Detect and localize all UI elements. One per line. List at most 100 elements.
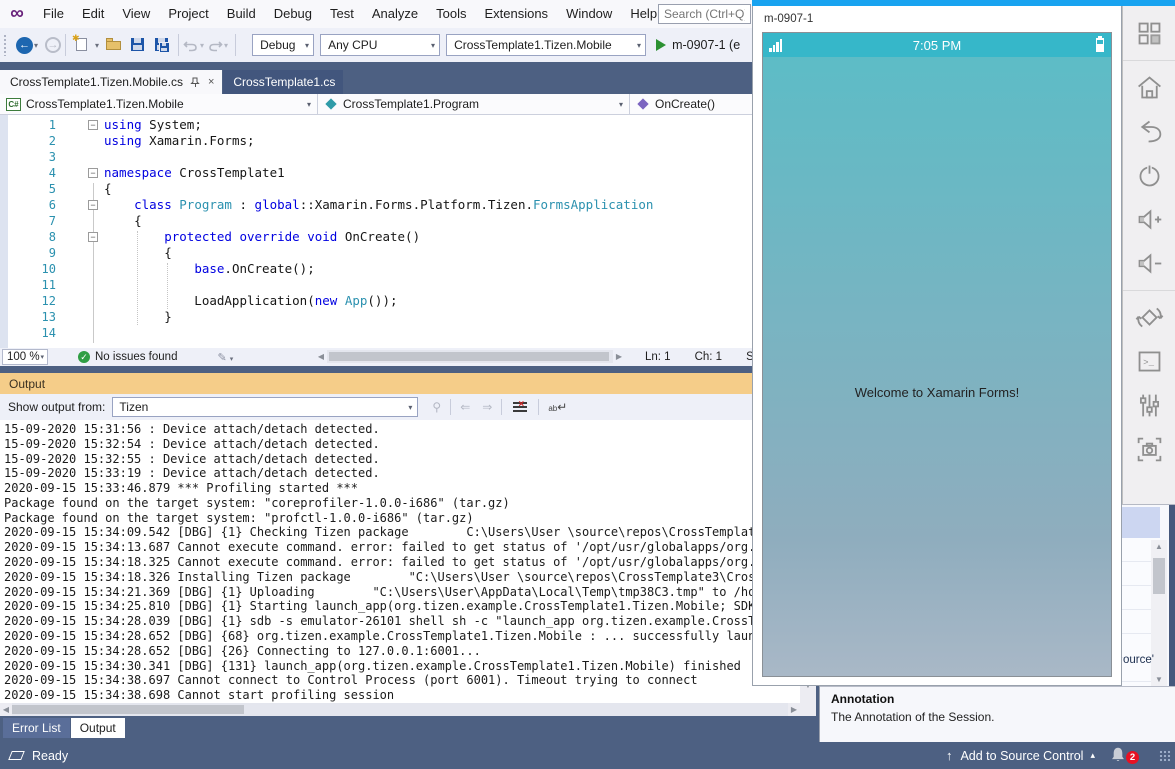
menu-project[interactable]: Project bbox=[159, 0, 217, 28]
find-message-icon[interactable]: ⚲ bbox=[432, 400, 441, 414]
log-line: 2020-09-15 15:34:30.341 [DBG] {131} laun… bbox=[4, 659, 800, 674]
menu-window[interactable]: Window bbox=[557, 0, 621, 28]
undo-icon[interactable] bbox=[183, 37, 199, 53]
project-dropdown[interactable]: C# CrossTemplate1.Tizen.Mobile▾ bbox=[0, 94, 318, 114]
navigate-back-icon[interactable]: ← bbox=[16, 37, 33, 54]
notifications-button[interactable]: 2 bbox=[1109, 746, 1131, 766]
volume-up-icon[interactable] bbox=[1132, 202, 1166, 236]
background-task-icon bbox=[8, 751, 25, 760]
screenshot-icon[interactable] bbox=[1132, 432, 1166, 466]
scroll-right-icon[interactable]: ▶ bbox=[613, 352, 625, 361]
tab-crosstemplate1-tizen-mobile-cs[interactable]: CrossTemplate1.Tizen.Mobile.cs × bbox=[0, 70, 222, 94]
open-file-icon[interactable] bbox=[105, 36, 123, 54]
navigate-back-dropdown-icon[interactable]: ▾ bbox=[34, 41, 38, 50]
property-description-label: The Annotation of the Session. bbox=[831, 710, 1175, 724]
menu-tools[interactable]: Tools bbox=[427, 0, 475, 28]
source-control-caret-icon[interactable]: ▴ bbox=[1090, 750, 1095, 761]
undo-dropdown-icon[interactable]: ▾ bbox=[200, 41, 204, 50]
log-line: 2020-09-15 15:33:46.879 *** Profiling st… bbox=[4, 481, 800, 496]
navigate-forward-icon[interactable]: → bbox=[45, 37, 61, 53]
outline-collapse-icon[interactable]: − bbox=[88, 200, 98, 210]
tab-error-list[interactable]: Error List bbox=[3, 718, 70, 738]
resize-grip[interactable] bbox=[1159, 750, 1171, 762]
save-all-icon[interactable] bbox=[153, 36, 171, 54]
home-icon[interactable] bbox=[1132, 70, 1166, 104]
tab-output[interactable]: Output bbox=[71, 718, 125, 738]
start-debugging-button[interactable]: m-0907-1 (e bbox=[656, 38, 740, 52]
menu-analyze[interactable]: Analyze bbox=[363, 0, 427, 28]
volume-down-icon[interactable] bbox=[1132, 246, 1166, 280]
menu-file[interactable]: File bbox=[34, 0, 73, 28]
log-line: 2020-09-15 15:34:21.369 [DBG] {1} Upload… bbox=[4, 585, 800, 600]
log-line: 2020-09-15 15:34:18.326 Installing Tizen… bbox=[4, 570, 800, 585]
toolbar-drag-handle[interactable] bbox=[3, 34, 7, 56]
menu-view[interactable]: View bbox=[113, 0, 159, 28]
tab-crosstemplate1-cs[interactable]: CrossTemplate1.cs bbox=[223, 70, 343, 94]
code-text: base.OnCreate(); bbox=[104, 261, 315, 277]
menu-debug[interactable]: Debug bbox=[265, 0, 321, 28]
pin-icon[interactable] bbox=[190, 77, 201, 88]
word-wrap-icon[interactable]: ab↵ bbox=[548, 400, 567, 414]
app-grid-icon[interactable] bbox=[1132, 16, 1166, 50]
scrollbar-corner bbox=[800, 703, 816, 716]
app-screen[interactable]: Welcome to Xamarin Forms! bbox=[763, 57, 1111, 676]
scrollbar-thumb[interactable] bbox=[12, 705, 244, 714]
output-source-dropdown[interactable]: Tizen▾ bbox=[112, 397, 418, 417]
line-number: 9 bbox=[0, 245, 56, 261]
toolbar-separator bbox=[178, 34, 179, 56]
emulator-client-area: m-0907-1 7:05 PM Welcome to Xamarin Form… bbox=[752, 6, 1122, 686]
close-icon[interactable]: × bbox=[208, 77, 214, 88]
outline-collapse-icon[interactable]: − bbox=[88, 232, 98, 242]
redo-icon[interactable] bbox=[207, 37, 223, 53]
issues-status-label[interactable]: No issues found bbox=[95, 351, 177, 363]
output-panel-title: Output bbox=[9, 377, 45, 391]
menu-items: FileEditViewProjectBuildDebugTestAnalyze… bbox=[34, 0, 666, 28]
outline-collapse-icon[interactable]: − bbox=[88, 120, 98, 130]
code-text: { bbox=[104, 213, 142, 229]
outline-collapse-icon[interactable]: − bbox=[88, 168, 98, 178]
menu-test[interactable]: Test bbox=[321, 0, 363, 28]
scroll-right-icon[interactable]: ▶ bbox=[788, 705, 800, 714]
char-indicator: Ch: 1 bbox=[695, 351, 723, 363]
menu-build[interactable]: Build bbox=[218, 0, 265, 28]
startup-project-dropdown[interactable]: CrossTemplate1.Tizen.Mobile▾ bbox=[446, 34, 646, 56]
log-line: 15-09-2020 15:31:56 : Device attach/deta… bbox=[4, 422, 800, 437]
code-text: using System; bbox=[104, 117, 202, 133]
rotate-icon[interactable] bbox=[1132, 300, 1166, 334]
search-input[interactable] bbox=[658, 4, 751, 24]
solution-platform-dropdown[interactable]: Any CPU▾ bbox=[320, 34, 440, 56]
line-number: 1 bbox=[0, 117, 56, 133]
shell-icon[interactable]: >_ bbox=[1132, 344, 1166, 378]
back-icon[interactable] bbox=[1132, 114, 1166, 148]
log-line: 2020-09-15 15:34:28.652 [DBG] {68} org.t… bbox=[4, 629, 800, 644]
editor-horizontal-scrollbar[interactable]: ◀ ▶ bbox=[315, 350, 625, 363]
new-project-dropdown-icon[interactable]: ▾ bbox=[95, 41, 99, 50]
indent-guide bbox=[167, 263, 168, 309]
log-line: Package found on the target system: "pro… bbox=[4, 511, 800, 526]
redo-dropdown-icon[interactable]: ▾ bbox=[224, 41, 228, 50]
control-panel-icon[interactable] bbox=[1132, 388, 1166, 422]
phone-screen[interactable]: 7:05 PM Welcome to Xamarin Forms! bbox=[762, 32, 1112, 677]
clear-all-output-icon[interactable]: × bbox=[513, 401, 527, 413]
output-log[interactable]: 15-09-2020 15:31:56 : Device attach/deta… bbox=[0, 420, 800, 703]
scroll-left-icon[interactable]: ◀ bbox=[0, 705, 12, 714]
save-icon[interactable] bbox=[129, 36, 147, 54]
output-horizontal-scrollbar[interactable]: ◀ ▶ bbox=[0, 703, 800, 716]
previous-message-icon[interactable]: ⇐ bbox=[460, 400, 470, 414]
scrollbar-thumb[interactable] bbox=[329, 352, 609, 361]
line-number: 14 bbox=[0, 325, 56, 341]
zoom-level-dropdown[interactable]: 100 %▾ bbox=[2, 349, 48, 365]
code-cleanup-icon[interactable]: ✎ ▾ bbox=[217, 351, 233, 364]
new-project-icon[interactable]: ✱ bbox=[73, 36, 91, 54]
menu-extensions[interactable]: Extensions bbox=[475, 0, 557, 28]
power-icon[interactable] bbox=[1132, 158, 1166, 192]
line-number: 7 bbox=[0, 213, 56, 229]
add-to-source-control-button[interactable]: Add to Source Control bbox=[960, 749, 1083, 763]
next-message-icon[interactable]: ⇒ bbox=[482, 400, 492, 414]
solution-configuration-dropdown[interactable]: Debug▾ bbox=[252, 34, 314, 56]
visual-studio-logo-icon: ∞ bbox=[0, 3, 34, 25]
scroll-left-icon[interactable]: ◀ bbox=[315, 352, 327, 361]
menu-edit[interactable]: Edit bbox=[73, 0, 113, 28]
type-dropdown[interactable]: CrossTemplate1.Program▾ bbox=[318, 94, 630, 114]
line-number: 6 bbox=[0, 197, 56, 213]
